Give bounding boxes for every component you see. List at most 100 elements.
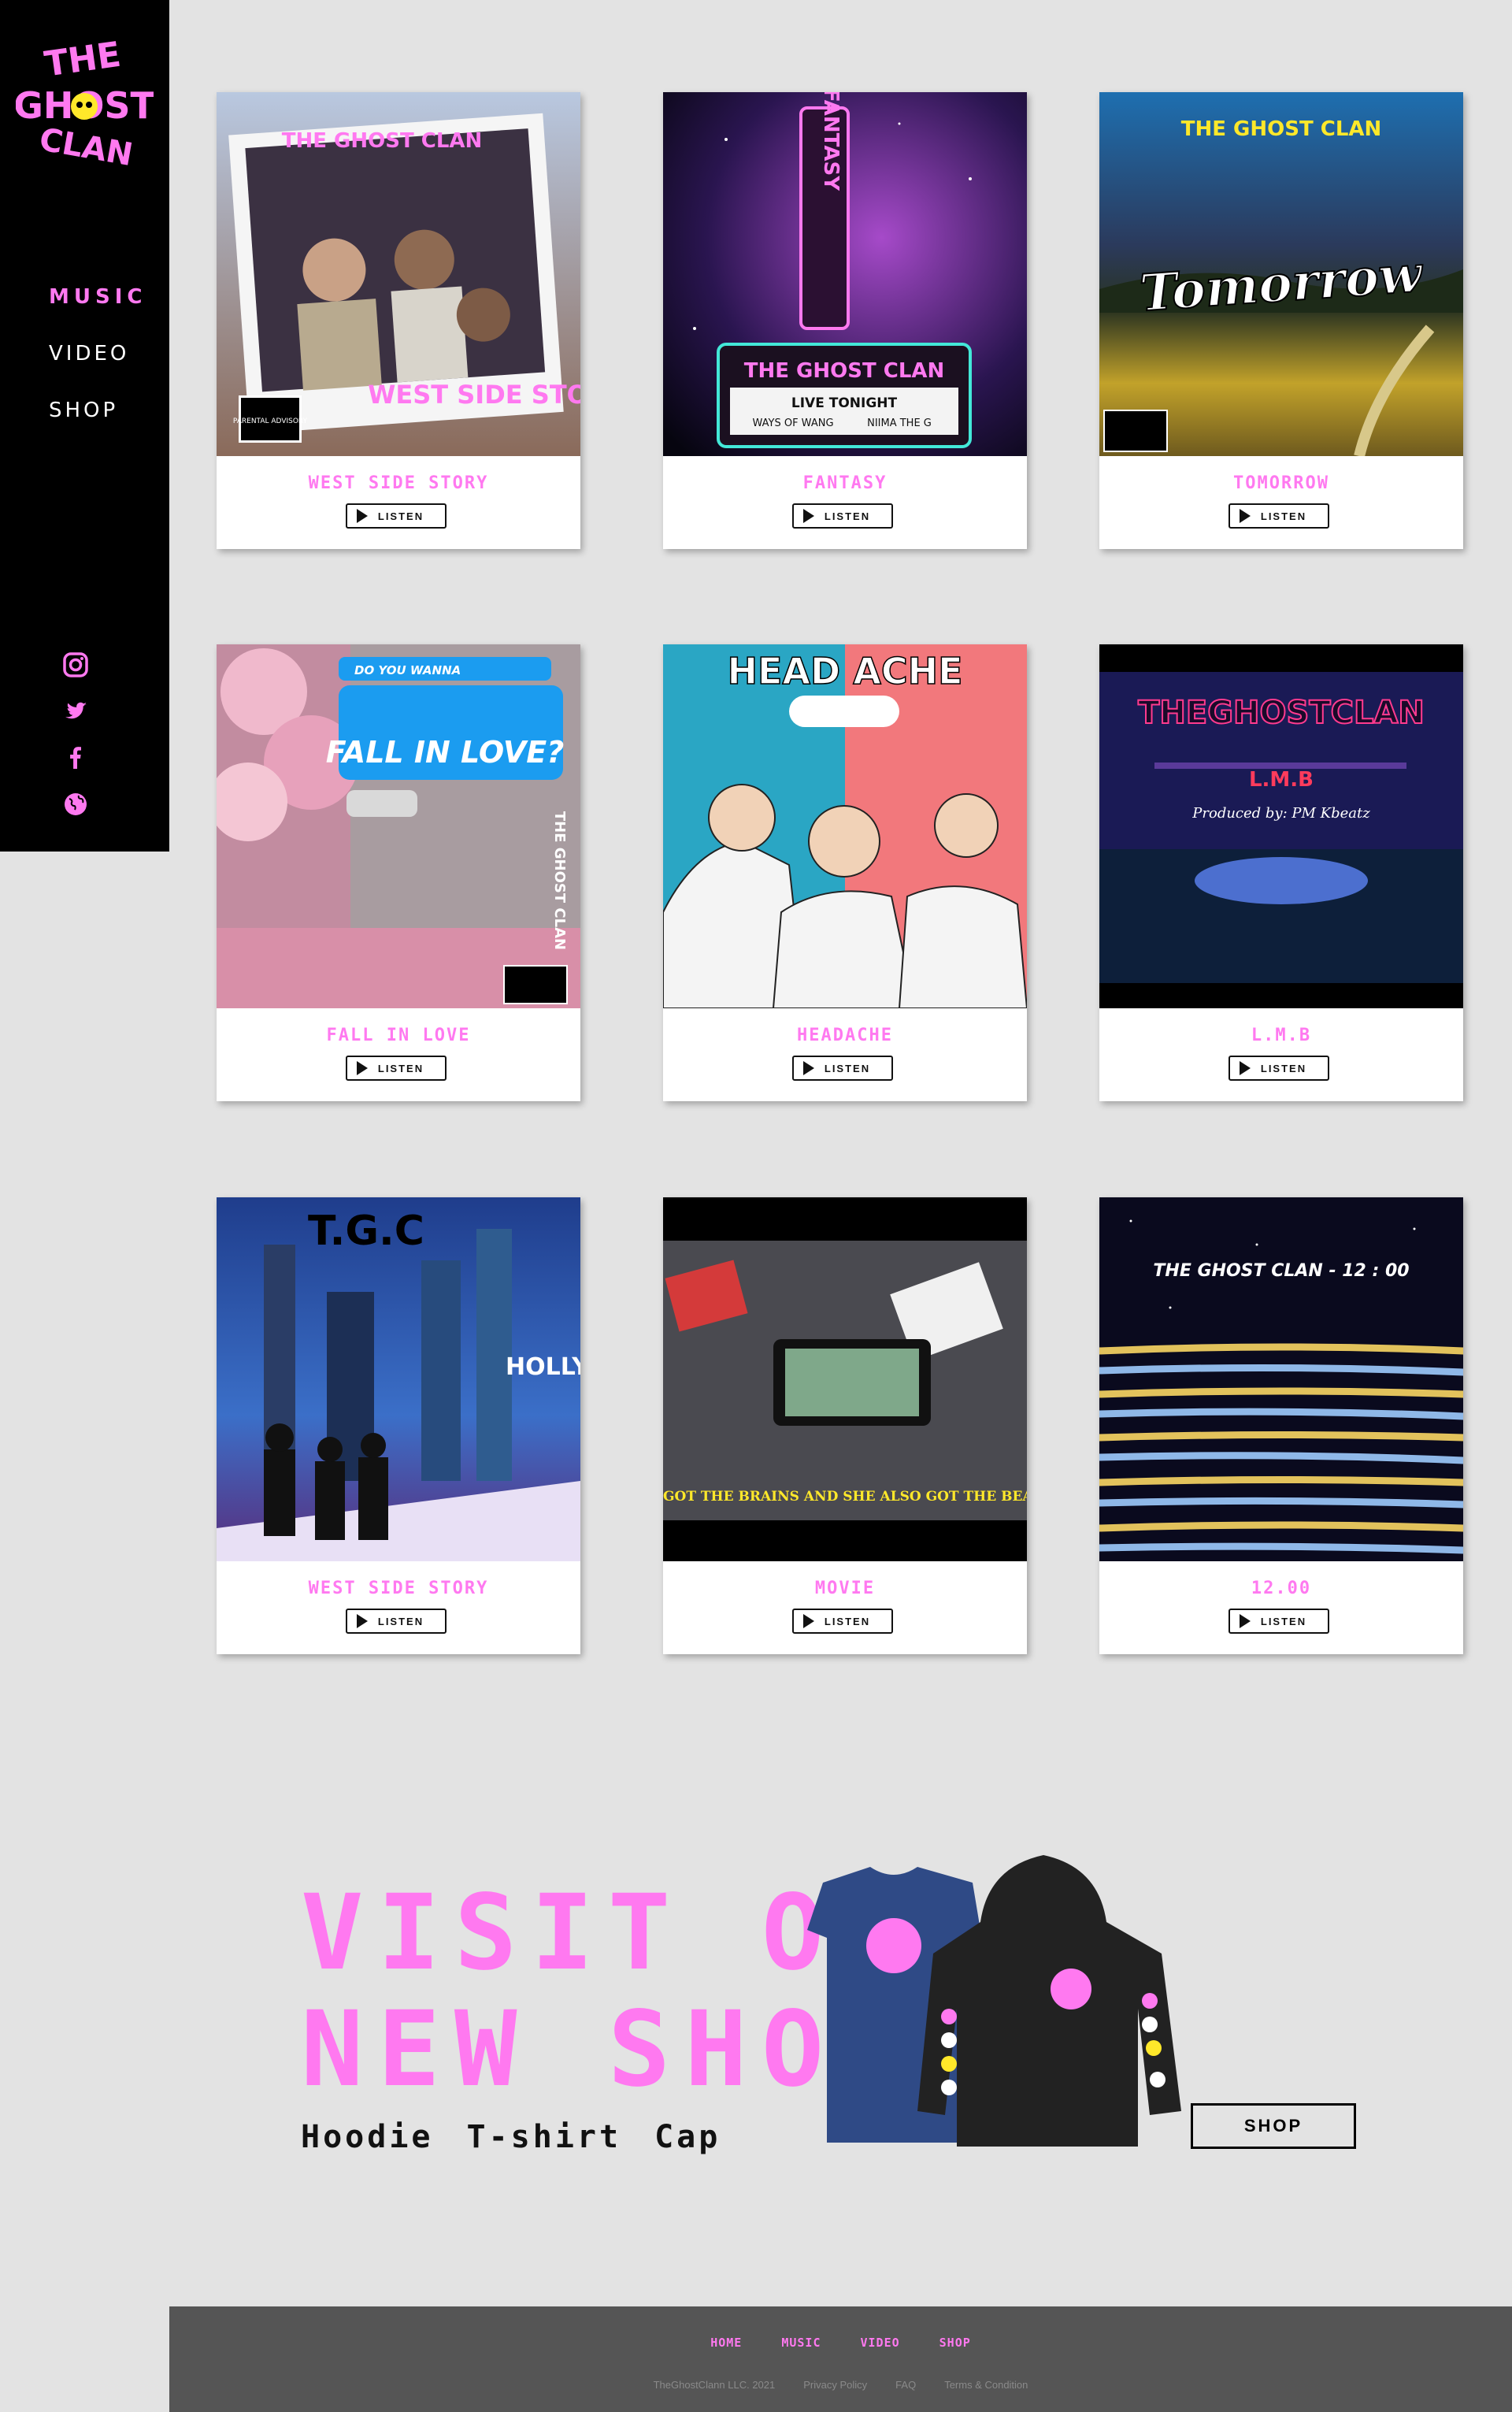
listen-label: LISTEN — [824, 1615, 871, 1627]
listen-button[interactable]: LISTEN — [346, 1056, 447, 1081]
listen-button[interactable]: LISTEN — [1228, 1056, 1329, 1081]
ghost-clan-logo[interactable]: THE GHOST CLAN — [16, 35, 154, 173]
sidebar: THE GHOST CLAN MUSIC VIDEO SHOP — [0, 0, 169, 852]
album-title: FALL IN LOVE — [326, 1026, 471, 1045]
album-cover-headache[interactable]: HEAD ACHE — [663, 644, 1027, 1008]
nav-item-video[interactable]: VIDEO — [49, 342, 146, 366]
social-links — [61, 651, 90, 837]
terms-link[interactable]: Terms & Condition — [944, 2379, 1028, 2391]
play-icon — [1240, 509, 1251, 523]
listen-label: LISTEN — [1260, 1615, 1307, 1627]
listen-button[interactable]: LISTEN — [792, 1056, 893, 1081]
album-title: L.M.B — [1251, 1026, 1312, 1045]
play-icon — [357, 1614, 368, 1628]
main-nav: MUSIC VIDEO SHOP — [49, 285, 146, 455]
album-card: T.G.C HOLLY WEST SIDE STORY LISTEN — [217, 1197, 580, 1654]
facebook-icon[interactable] — [61, 744, 90, 772]
cover-text: LIVE TONIGHT — [791, 395, 898, 411]
listen-label: LISTEN — [377, 510, 424, 522]
shop-button[interactable]: SHOP — [1191, 2103, 1356, 2149]
cover-text: WEST SIDE STORY — [368, 380, 580, 410]
album-card: FANTASY THE GHOST CLAN LIVE TONIGHT WAYS… — [663, 92, 1027, 549]
listen-label: LISTEN — [1260, 510, 1307, 522]
album-cover-movie[interactable]: SHE GOT THE BRAINS AND SHE ALSO GOT THE … — [663, 1197, 1027, 1561]
footer-bottom: TheGhostClann LLC. 2021 Privacy Policy F… — [169, 2379, 1512, 2391]
album-title: WEST SIDE STORY — [308, 1579, 489, 1598]
cover-text: DO YOU WANNA — [354, 663, 461, 677]
album-cover-lmb[interactable]: THEGHOSTCLAN L.M.B Produced by: PM Kbeat… — [1099, 644, 1463, 1008]
privacy-policy-link[interactable]: Privacy Policy — [803, 2379, 867, 2391]
listen-label: LISTEN — [377, 1615, 424, 1627]
album-card: SHE GOT THE BRAINS AND SHE ALSO GOT THE … — [663, 1197, 1027, 1654]
footer-link-video[interactable]: VIDEO — [861, 2336, 900, 2350]
cover-text: WAYS OF WANG — [752, 417, 833, 429]
album-card: THEGHOSTCLAN L.M.B Produced by: PM Kbeat… — [1099, 644, 1463, 1101]
album-card: DO YOU WANNA FALL IN LOVE? THE GHOST CLA… — [217, 644, 580, 1101]
cover-text: THE GHOST CLAN — [282, 129, 483, 153]
album-title: MOVIE — [814, 1579, 876, 1598]
footer-link-music[interactable]: MUSIC — [781, 2336, 821, 2350]
album-title: 12.00 — [1251, 1579, 1312, 1598]
faq-link[interactable]: FAQ — [895, 2379, 916, 2391]
listen-label: LISTEN — [377, 1062, 424, 1074]
shop-item-cap: Cap — [654, 2119, 721, 2155]
copyright-text: TheGhostClann LLC. 2021 — [653, 2379, 776, 2391]
album-cover-tomorrow[interactable]: THE GHOST CLAN Tomorrow — [1099, 92, 1463, 456]
album-card: THE GHOST CLAN WEST SIDE STORY PARENTAL … — [217, 92, 580, 549]
listen-label: LISTEN — [824, 1062, 871, 1074]
merch-image — [807, 1855, 1181, 2147]
globe-icon[interactable] — [61, 790, 90, 818]
cover-text: THE GHOST CLAN — [1181, 117, 1382, 141]
album-cover-fall-in-love[interactable]: DO YOU WANNA FALL IN LOVE? THE GHOST CLA… — [217, 644, 580, 1008]
instagram-icon[interactable] — [61, 651, 90, 679]
listen-label: LISTEN — [1260, 1062, 1307, 1074]
cover-text: NIIMA THE G — [867, 417, 932, 429]
footer: HOME MUSIC VIDEO SHOP TheGhostClann LLC.… — [169, 2306, 1512, 2412]
twitter-icon[interactable] — [61, 697, 90, 725]
logo-text-the: THE — [42, 35, 123, 85]
listen-button[interactable]: LISTEN — [792, 1609, 893, 1634]
play-icon — [357, 1061, 368, 1075]
cover-text: FANTASY — [819, 92, 843, 191]
play-icon — [357, 509, 368, 523]
cover-text: THE GHOST CLAN — [744, 359, 945, 383]
cover-text: T.G.C — [308, 1208, 424, 1255]
album-title: WEST SIDE STORY — [308, 473, 489, 493]
play-icon — [803, 509, 814, 523]
cover-text: HOLLY — [506, 1353, 580, 1381]
listen-button[interactable]: LISTEN — [346, 503, 447, 529]
shop-item-list: Hoodie T-shirt Cap — [301, 2119, 721, 2155]
album-cover-tgc[interactable]: T.G.C HOLLY — [217, 1197, 580, 1561]
album-cover-12-00[interactable]: THE GHOST CLAN - 12 : 00 — [1099, 1197, 1463, 1561]
cover-text: SHE GOT THE BRAINS AND SHE ALSO GOT THE … — [663, 1489, 1027, 1505]
album-cover-west-side-story[interactable]: THE GHOST CLAN WEST SIDE STORY PARENTAL … — [217, 92, 580, 456]
cover-text: THEGHOSTCLAN — [1138, 695, 1425, 731]
play-icon — [803, 1061, 814, 1075]
play-icon — [803, 1614, 814, 1628]
play-icon — [1240, 1614, 1251, 1628]
listen-button[interactable]: LISTEN — [346, 1609, 447, 1634]
shop-item-tshirt: T-shirt — [466, 2119, 622, 2155]
nav-item-shop[interactable]: SHOP — [49, 399, 146, 422]
cover-text: Produced by: PM Kbeatz — [1191, 805, 1370, 822]
listen-label: LISTEN — [824, 510, 871, 522]
play-icon — [1240, 1061, 1251, 1075]
cover-text: HEAD ACHE — [728, 650, 963, 692]
cover-text: PARENTAL ADVISORY — [233, 417, 308, 425]
skull-icon — [71, 93, 98, 120]
shop-item-hoodie: Hoodie — [301, 2119, 434, 2155]
listen-button[interactable]: LISTEN — [792, 503, 893, 529]
album-title: TOMORROW — [1233, 473, 1329, 493]
nav-item-music[interactable]: MUSIC — [49, 285, 146, 309]
listen-button[interactable]: LISTEN — [1228, 503, 1329, 529]
cover-text: THE GHOST CLAN — [551, 811, 568, 950]
cover-text: L.M.B — [1249, 768, 1314, 792]
cover-text: FALL IN LOVE? — [326, 735, 565, 770]
album-card: HEAD ACHE HEADACHE LISTEN — [663, 644, 1027, 1101]
footer-link-shop[interactable]: SHOP — [939, 2336, 971, 2350]
listen-button[interactable]: LISTEN — [1228, 1609, 1329, 1634]
album-title: HEADACHE — [797, 1026, 893, 1045]
album-cover-fantasy[interactable]: FANTASY THE GHOST CLAN LIVE TONIGHT WAYS… — [663, 92, 1027, 456]
footer-link-home[interactable]: HOME — [710, 2336, 742, 2350]
album-card: THE GHOST CLAN - 12 : 00 12.00 LISTEN — [1099, 1197, 1463, 1654]
